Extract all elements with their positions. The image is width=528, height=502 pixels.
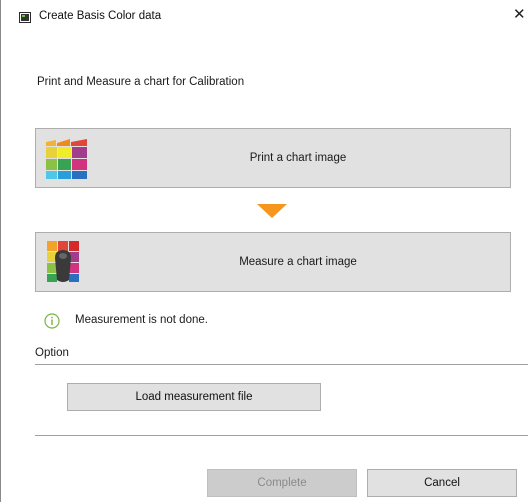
window-title: Create Basis Color data xyxy=(39,10,162,22)
page-heading: Print and Measure a chart for Calibratio… xyxy=(37,76,245,88)
measure-chart-label: Measure a chart image xyxy=(239,256,357,268)
close-icon[interactable]: ✕ xyxy=(513,7,528,23)
load-measurement-file-button[interactable]: Load measurement file xyxy=(67,383,321,411)
dialog-window: Create Basis Color data ✕ Print and Meas… xyxy=(0,0,528,502)
print-chart-button[interactable]: Print a chart image xyxy=(35,128,511,188)
measurement-status-text: Measurement is not done. xyxy=(75,314,208,326)
print-chart-label: Print a chart image xyxy=(249,152,347,164)
complete-button[interactable]: Complete xyxy=(207,469,357,497)
app-icon xyxy=(19,12,31,23)
info-icon xyxy=(44,313,60,329)
option-section-label: Option xyxy=(35,347,69,359)
footer-divider xyxy=(35,435,528,436)
title-bar[interactable]: Create Basis Color data ✕ xyxy=(1,0,528,30)
measure-chart-button[interactable]: Measure a chart image xyxy=(35,232,511,292)
cancel-button[interactable]: Cancel xyxy=(367,469,517,497)
option-divider xyxy=(35,364,528,365)
flow-arrow-icon xyxy=(257,204,287,218)
